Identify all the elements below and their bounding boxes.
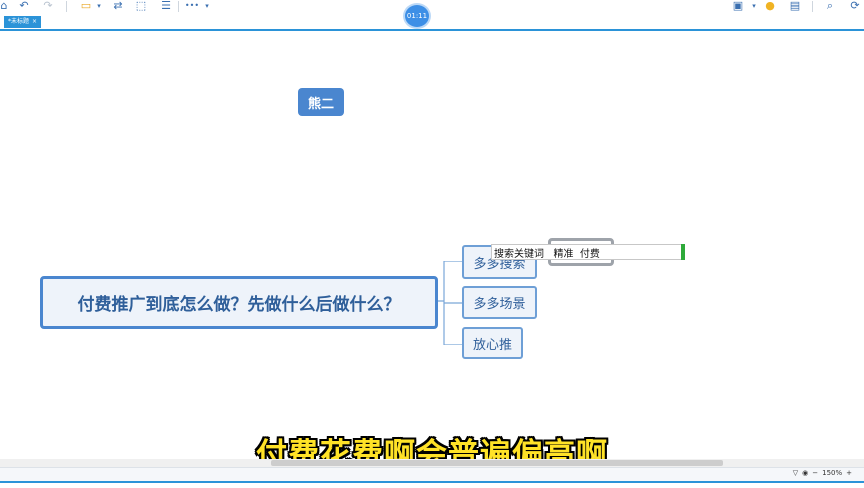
redo-icon[interactable]: ↷ (42, 0, 54, 12)
boundary-icon[interactable]: ⬚ (134, 0, 148, 12)
eye-icon[interactable]: ◉ (802, 469, 808, 477)
status-bar: ▽ ◉ − 150% + (0, 467, 864, 481)
child-topic[interactable]: 多多场景 (462, 286, 537, 319)
undo-icon[interactable]: ↶ (18, 0, 30, 12)
zoom-level[interactable]: 150% (822, 469, 842, 477)
lightbulb-icon[interactable]: ● (764, 0, 776, 12)
branch-connector (438, 261, 462, 345)
tab-label: *未标题 (8, 18, 30, 25)
dropdown-arrow-icon[interactable]: ▾ (750, 0, 758, 12)
more-icon[interactable]: ••• (185, 0, 199, 12)
toolbar-separator (178, 1, 179, 12)
mindmap-canvas[interactable]: 熊二 付费推广到底怎么做？先做什么后做什么？ 多多搜索 多多场景 放心推 搜索关… (0, 31, 864, 473)
zoom-control: ▽ ◉ − 150% + (793, 469, 852, 477)
close-icon[interactable]: × (32, 16, 37, 28)
toolbar-separator (66, 1, 67, 12)
presentation-icon[interactable]: ▣ (732, 0, 744, 12)
floating-topic[interactable]: 熊二 (298, 88, 344, 116)
filter-icon[interactable]: ▽ (793, 469, 798, 477)
share-icon[interactable]: ⟳ (849, 0, 861, 12)
horizontal-scrollbar[interactable] (0, 459, 864, 467)
home-icon[interactable]: ⌂ (0, 0, 8, 12)
search-icon[interactable]: ⌕ (824, 0, 836, 12)
taskbar-edge (0, 481, 864, 488)
zoom-in-button[interactable]: + (846, 469, 852, 477)
summary-icon[interactable]: ☰ (159, 0, 173, 12)
dropdown-arrow-icon[interactable]: ▾ (95, 0, 103, 12)
outline-icon[interactable]: ▤ (789, 0, 801, 12)
scrollbar-thumb[interactable] (271, 460, 723, 466)
topic-edit-input[interactable]: 搜索关键词 精准 付费 (491, 244, 685, 260)
tab-untitled[interactable]: *未标题 × (4, 16, 42, 28)
toolbar: ⌂ ↶ ↷ ▭ ▾ ⇄ ⬚ ☰ ••• ▾ ▣ ▾ ● ▤ ⌕ ⟳ (0, 0, 864, 14)
central-topic[interactable]: 付费推广到底怎么做？先做什么后做什么？ (40, 276, 438, 329)
dropdown-arrow-icon[interactable]: ▾ (203, 0, 211, 12)
edit-resize-handle[interactable] (681, 244, 685, 260)
tab-bar: *未标题 × (0, 15, 864, 31)
child-topic[interactable]: 放心推 (462, 327, 523, 359)
relationship-icon[interactable]: ⇄ (111, 0, 125, 12)
toolbar-separator (812, 1, 813, 12)
topic-icon[interactable]: ▭ (79, 0, 93, 12)
zoom-out-button[interactable]: − (812, 469, 818, 477)
